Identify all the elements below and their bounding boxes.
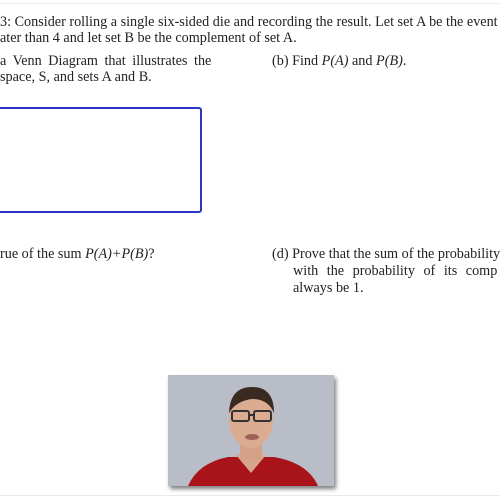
part-b: (b) Find P(A) and P(B).	[272, 53, 406, 69]
question-mark: ?	[148, 246, 155, 262]
problem-line-1: 3: Consider rolling a single six-sided d…	[0, 14, 498, 30]
part-c: rue of the sum P(A)+P(B)?	[0, 246, 155, 262]
prob-a: P(A)	[321, 53, 349, 69]
part-b-label: (b) Find	[272, 53, 322, 69]
instructor-video	[168, 375, 334, 486]
period: .	[402, 53, 407, 69]
instructor-image	[168, 375, 334, 486]
and-text: and	[348, 53, 377, 69]
part-d-line-3: always be 1.	[293, 280, 364, 296]
part-c-text: rue of the sum	[0, 246, 86, 262]
problem-line-2: ater than 4 and let set B be the complem…	[0, 30, 297, 46]
part-d-line-1: (d) Prove that the sum of the probabilit…	[272, 246, 500, 262]
divider	[0, 3, 500, 4]
part-d-line-2: with the probability of its comp	[293, 263, 498, 279]
prob-b: P(B)	[376, 53, 403, 69]
sum-expression: P(A)+P(B)	[85, 246, 149, 262]
venn-diagram-box	[0, 107, 202, 213]
divider	[0, 495, 500, 496]
part-a-line-2: space, S, and sets A and B.	[0, 69, 152, 85]
part-a-line-1: a Venn Diagram that illustrates the	[0, 53, 212, 69]
